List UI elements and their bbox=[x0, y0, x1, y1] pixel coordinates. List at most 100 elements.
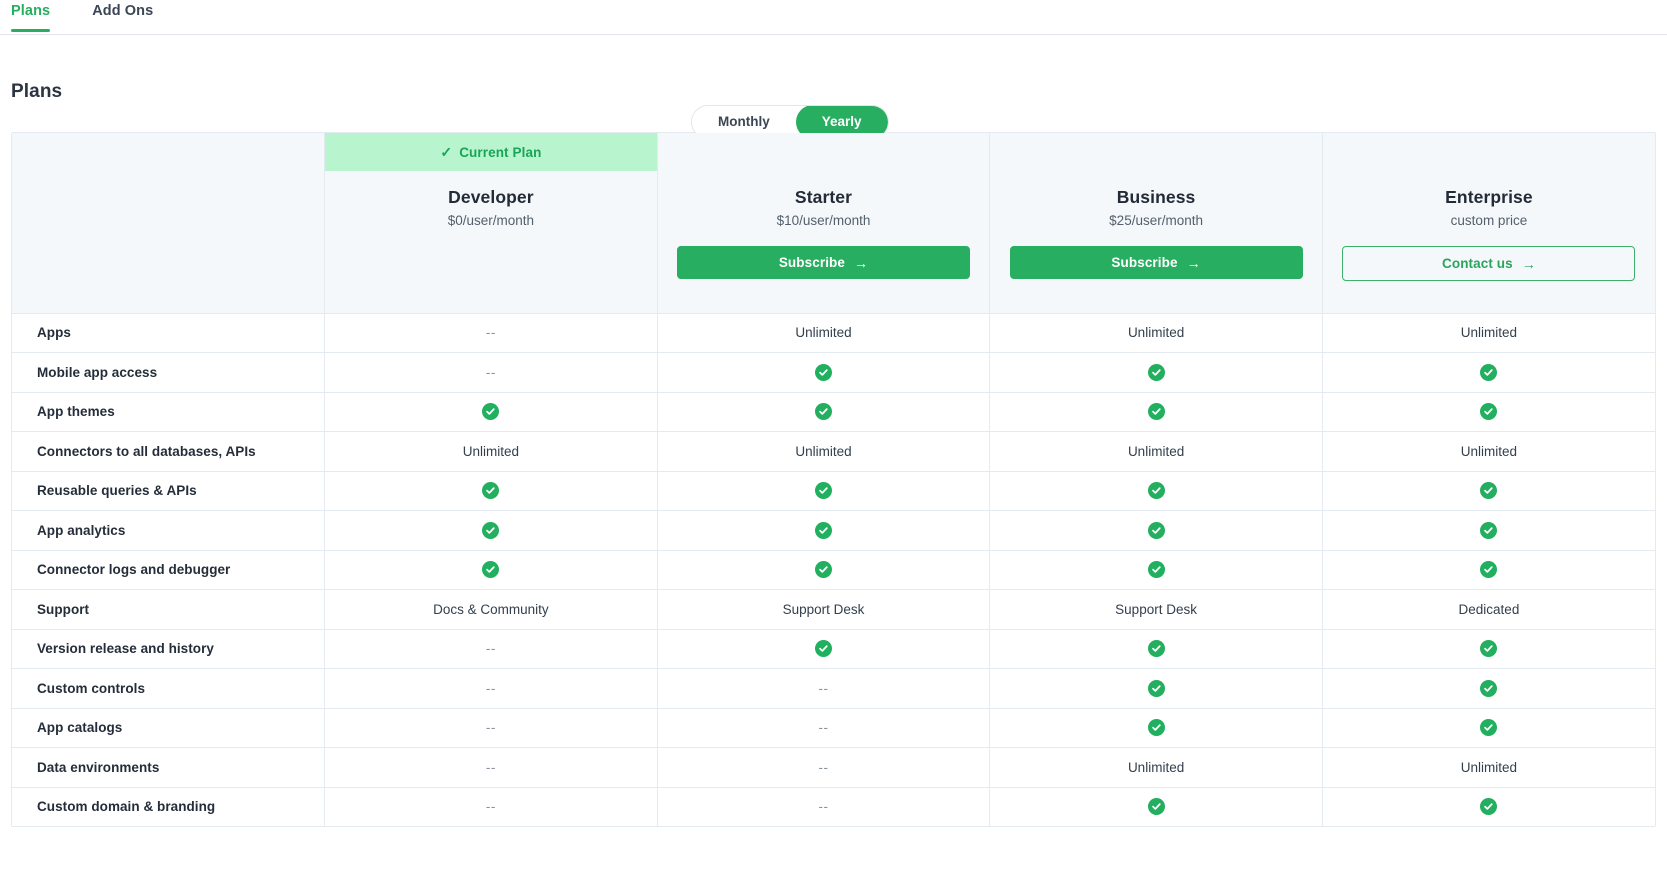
feature-value-cell bbox=[657, 510, 991, 551]
badge-placeholder bbox=[658, 133, 990, 171]
not-included-dash: -- bbox=[485, 364, 496, 380]
feature-value-cell: Unlimited bbox=[1322, 431, 1655, 472]
feature-value-text: Unlimited bbox=[1127, 759, 1185, 775]
table-row: Custom controls -- -- bbox=[12, 668, 1655, 709]
feature-label: Data environments bbox=[12, 747, 326, 788]
check-circle-icon bbox=[1147, 482, 1165, 500]
feature-value-text: Unlimited bbox=[1460, 325, 1518, 341]
check-circle-icon bbox=[814, 561, 832, 579]
check-circle-icon bbox=[814, 521, 832, 539]
tab-plans[interactable]: Plans bbox=[11, 0, 51, 32]
feature-value-text: Unlimited bbox=[1460, 443, 1518, 459]
feature-value-cell bbox=[657, 392, 991, 432]
not-included-dash: -- bbox=[818, 680, 829, 696]
check-circle-icon bbox=[482, 521, 500, 539]
check-circle-icon bbox=[1480, 363, 1498, 381]
feature-value-cell bbox=[989, 550, 1323, 590]
feature-value-text: Support Desk bbox=[782, 601, 865, 617]
feature-value-cell: Unlimited bbox=[657, 431, 991, 472]
check-circle-icon bbox=[1147, 719, 1165, 737]
feature-value-cell bbox=[1322, 471, 1655, 511]
button-label: Subscribe bbox=[1111, 255, 1178, 270]
tab-add-ons[interactable]: Add Ons bbox=[92, 0, 153, 32]
subscribe-button-starter[interactable]: Subscribe → bbox=[676, 246, 970, 279]
feature-value-cell bbox=[1322, 510, 1655, 551]
check-circle-icon bbox=[482, 482, 500, 500]
check-circle-icon bbox=[814, 403, 832, 421]
check-circle-icon bbox=[1480, 798, 1498, 816]
feature-label: Custom domain & branding bbox=[12, 787, 326, 827]
not-included-dash: -- bbox=[818, 799, 829, 815]
table-row: Version release and history -- bbox=[12, 629, 1655, 669]
table-row: Reusable queries & APIs bbox=[12, 471, 1655, 511]
feature-label: Apps bbox=[12, 313, 326, 353]
plan-name: Business bbox=[1116, 187, 1196, 207]
table-row: App themes bbox=[12, 392, 1655, 432]
feature-value-cell: Unlimited bbox=[657, 313, 991, 353]
feature-value-cell bbox=[1322, 550, 1655, 590]
table-row: App catalogs -- -- bbox=[12, 708, 1655, 748]
plan-name: Enterprise bbox=[1445, 187, 1533, 207]
feature-value-cell: Docs & Community bbox=[324, 589, 658, 630]
feature-value-cell: -- bbox=[324, 668, 658, 709]
feature-value-cell: -- bbox=[324, 708, 658, 748]
feature-label: App themes bbox=[12, 392, 326, 432]
feature-value-cell: -- bbox=[324, 629, 658, 669]
plan-header-business: Business $25/user/month Subscribe → bbox=[989, 133, 1323, 314]
cta-slot: Contact us → bbox=[1323, 246, 1655, 281]
table-row: Custom domain & branding -- -- bbox=[12, 787, 1655, 827]
feature-value-cell bbox=[324, 392, 658, 432]
feature-value-text: Unlimited bbox=[1127, 325, 1185, 341]
feature-label: Reusable queries & APIs bbox=[12, 471, 326, 511]
check-circle-icon bbox=[1147, 798, 1165, 816]
feature-value-cell bbox=[989, 471, 1323, 511]
feature-label: Support bbox=[12, 589, 326, 630]
feature-value-cell: -- bbox=[657, 708, 991, 748]
feature-value-cell: -- bbox=[324, 352, 658, 393]
current-plan-label: Current Plan bbox=[459, 144, 542, 160]
feature-value-cell bbox=[324, 510, 658, 551]
feature-value-cell: Unlimited bbox=[989, 747, 1323, 788]
feature-value-cell: Support Desk bbox=[657, 589, 991, 630]
tab-bar: Plans Add Ons bbox=[0, 0, 1667, 35]
check-circle-icon bbox=[1480, 561, 1498, 579]
feature-value-cell: Support Desk bbox=[989, 589, 1323, 630]
feature-value-text: Unlimited bbox=[462, 443, 520, 459]
check-circle-icon bbox=[1147, 521, 1165, 539]
feature-value-cell bbox=[1322, 787, 1655, 827]
feature-value-cell: -- bbox=[657, 787, 991, 827]
feature-value-cell bbox=[1322, 392, 1655, 432]
page-header: Plans Monthly Yearly bbox=[0, 35, 1667, 139]
feature-value-cell: Unlimited bbox=[1322, 747, 1655, 788]
not-included-dash: -- bbox=[485, 325, 496, 341]
feature-label: Connectors to all databases, APIs bbox=[12, 431, 326, 472]
plan-price: $10/user/month bbox=[776, 213, 871, 228]
not-included-dash: -- bbox=[485, 759, 496, 775]
check-circle-icon bbox=[482, 561, 500, 579]
arrow-right-icon: → bbox=[854, 254, 869, 271]
check-circle-icon bbox=[1147, 363, 1165, 381]
button-label: Contact us bbox=[1442, 256, 1513, 271]
feature-value-cell bbox=[657, 550, 991, 590]
feature-rows: Apps -- Unlimited Unlimited Unlimited Mobile … bbox=[12, 313, 1655, 827]
contact-us-button-enterprise[interactable]: Contact us → bbox=[1342, 246, 1636, 281]
check-circle-icon bbox=[814, 363, 832, 381]
feature-value-text: Dedicated bbox=[1458, 601, 1520, 617]
feature-value-cell: -- bbox=[657, 747, 991, 788]
feature-value-cell bbox=[989, 352, 1323, 393]
cta-slot: Subscribe → bbox=[990, 246, 1322, 279]
not-included-dash: -- bbox=[818, 720, 829, 736]
header-empty-cell bbox=[12, 133, 326, 314]
feature-value-cell: Unlimited bbox=[989, 313, 1323, 353]
check-circle-icon bbox=[1480, 640, 1498, 658]
not-included-dash: -- bbox=[485, 680, 496, 696]
check-circle-icon bbox=[1480, 482, 1498, 500]
subscribe-button-business[interactable]: Subscribe → bbox=[1009, 246, 1303, 279]
badge-placeholder bbox=[990, 133, 1322, 171]
feature-value-cell bbox=[1322, 629, 1655, 669]
feature-value-cell bbox=[989, 668, 1323, 709]
plan-name: Developer bbox=[448, 187, 534, 207]
check-circle-icon bbox=[1147, 561, 1165, 579]
check-circle-icon bbox=[814, 640, 832, 658]
feature-value-cell: -- bbox=[324, 313, 658, 353]
